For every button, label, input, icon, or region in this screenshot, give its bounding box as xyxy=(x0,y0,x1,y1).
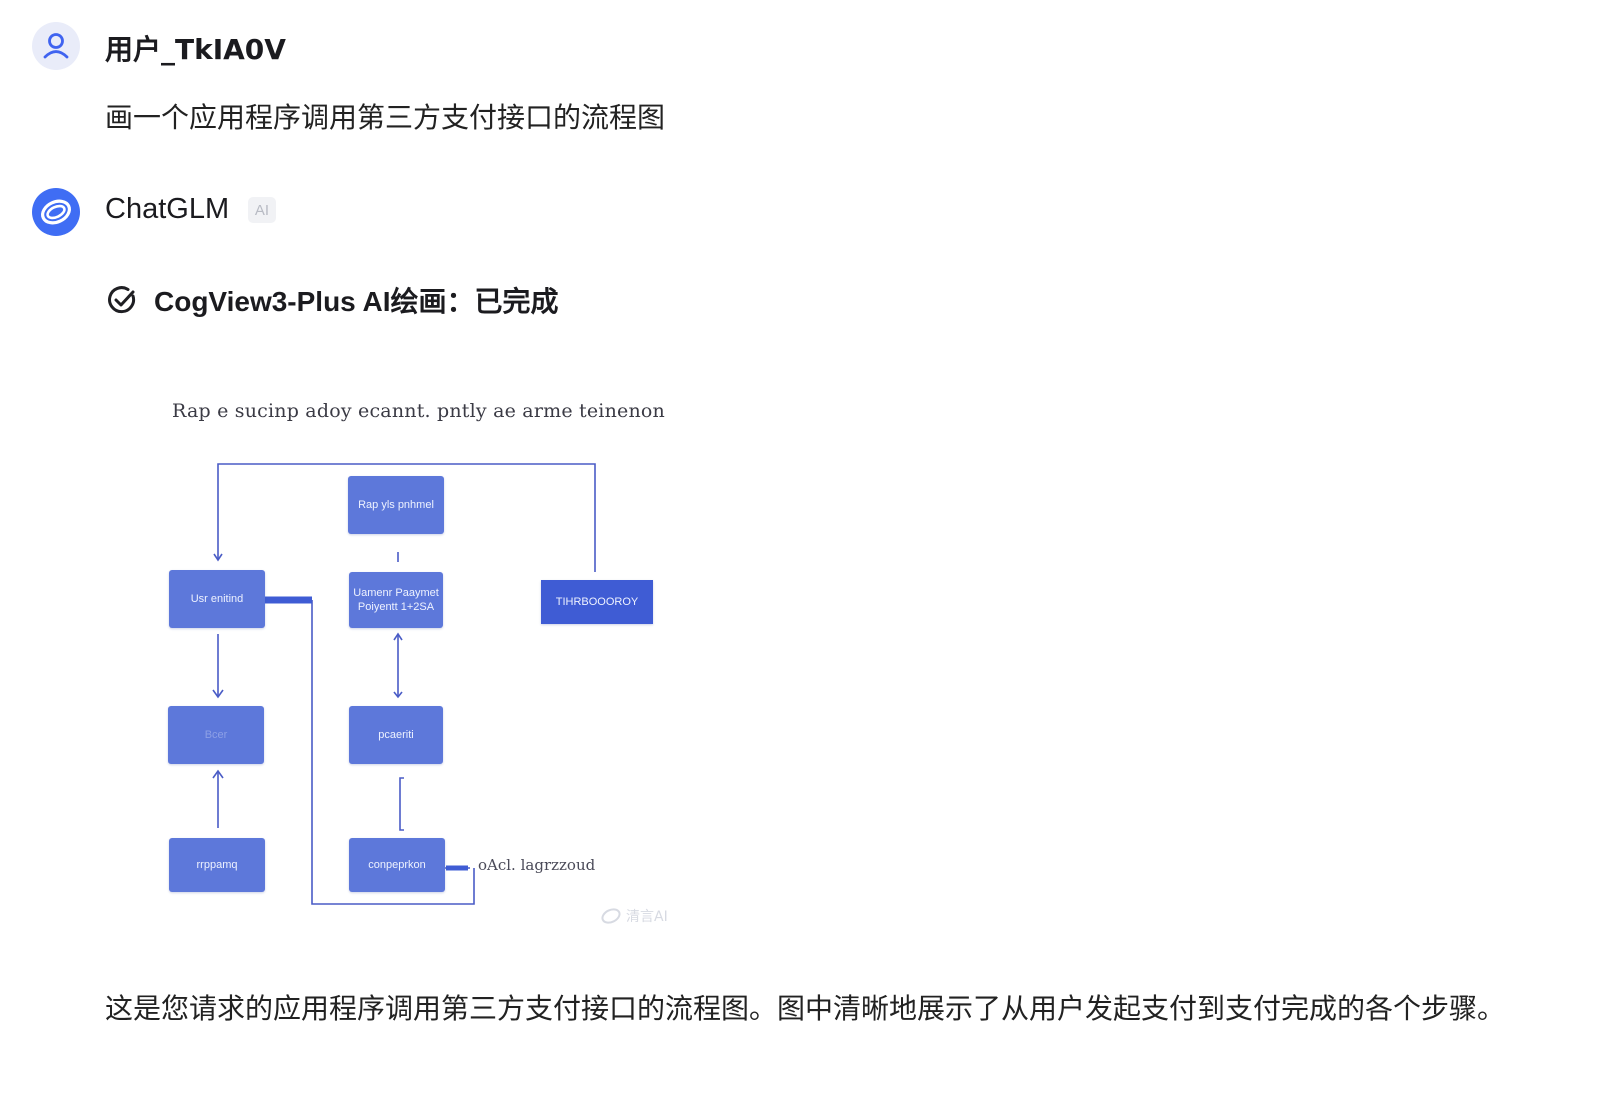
tool-status-text: CogView3-Plus AI绘画：已完成 xyxy=(154,286,559,317)
user-message: 画一个应用程序调用第三方支付接口的流程图 xyxy=(105,101,666,134)
assistant-reply: 这是您请求的应用程序调用第三方支付接口的流程图。图中清晰地展示了从用户发起支付到… xyxy=(105,992,1506,1025)
flow-box-top: Rap yls pnhmel xyxy=(348,476,444,534)
user-avatar xyxy=(32,22,80,70)
chatglm-logo-icon xyxy=(41,199,71,225)
flow-note: oAcl. lagrzzoud xyxy=(478,856,596,874)
generated-image[interactable]: Rap e sucinp adoy ecannt. pntly ae arme … xyxy=(160,400,700,960)
assistant-name: ChatGLM xyxy=(105,193,230,225)
tool-status[interactable]: CogView3-Plus AI绘画：已完成 xyxy=(106,280,559,320)
user-icon xyxy=(43,33,69,59)
flow-box-user: Usr enitind xyxy=(169,570,265,628)
user-name: 用户_TkIA0V xyxy=(105,33,286,66)
flow-box-middle: Uamenr Paaymet Poiyentt 1+2SA xyxy=(349,572,443,628)
flow-box-left-mid: Bcer xyxy=(168,706,264,764)
assistant-avatar xyxy=(32,188,80,236)
watermark-text: 清言AI xyxy=(626,909,668,925)
chatglm-logo-icon xyxy=(601,908,621,924)
flow-box-right: TIHRBOOOROY xyxy=(541,580,653,624)
check-circle-icon xyxy=(108,286,136,314)
ai-badge: AI xyxy=(248,197,276,223)
flow-box-center-mid: pcaeriti xyxy=(349,706,443,764)
image-watermark: 清言AI xyxy=(600,905,668,927)
flow-box-left-bottom: rrppamq xyxy=(169,838,265,892)
flow-box-center-bottom: conpeprkon xyxy=(349,838,445,892)
